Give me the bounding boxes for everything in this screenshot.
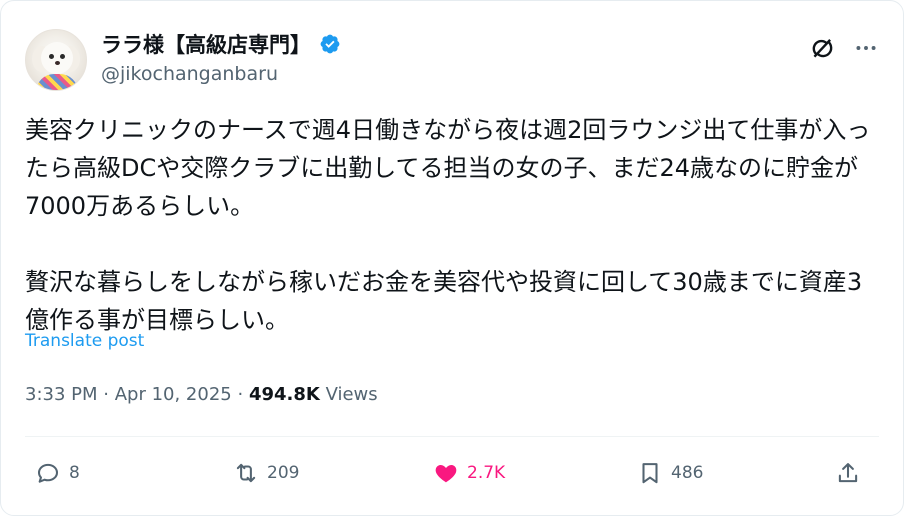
reply-button[interactable]: 8 bbox=[35, 453, 80, 493]
translate-post-link[interactable]: Translate post bbox=[25, 331, 144, 351]
meta-separator: · bbox=[103, 384, 115, 405]
like-count: 2.7K bbox=[467, 463, 506, 483]
post-header: ララ様【高級店専門】 @jikochanganbaru bbox=[25, 25, 879, 95]
repost-count: 209 bbox=[267, 463, 300, 483]
post-card[interactable]: ララ様【高級店専門】 @jikochanganbaru 美容クリニックのナースで… bbox=[0, 0, 904, 516]
repost-icon bbox=[236, 463, 256, 483]
like-button[interactable]: 2.7K bbox=[433, 453, 505, 493]
post-text: 美容クリニックのナースで週4日働きながら夜は週2回ラウンジ出て仕事が入ったら高級… bbox=[25, 116, 871, 334]
author-handle[interactable]: @jikochanganbaru bbox=[101, 63, 278, 85]
meta-separator: · bbox=[237, 384, 249, 405]
share-icon bbox=[838, 463, 858, 483]
bookmark-button[interactable]: 486 bbox=[637, 453, 703, 493]
share-button[interactable] bbox=[835, 453, 861, 493]
post-time[interactable]: 3:33 PM bbox=[25, 384, 98, 405]
action-bar: 8 209 2.7K 486 bbox=[25, 453, 879, 493]
reply-icon bbox=[37, 463, 59, 483]
repost-button[interactable]: 209 bbox=[233, 453, 299, 493]
post-meta: 3:33 PM · Apr 10, 2025 · 494.8K Views bbox=[25, 384, 378, 405]
verified-badge-icon[interactable] bbox=[319, 33, 341, 55]
author-display-name[interactable]: ララ様【高級店専門】 bbox=[101, 29, 311, 59]
avatar[interactable] bbox=[25, 29, 87, 91]
views-count: 494.8K bbox=[248, 384, 320, 405]
bookmark-icon bbox=[642, 463, 658, 484]
reply-count: 8 bbox=[69, 463, 80, 483]
views-label: Views bbox=[325, 384, 378, 405]
like-icon bbox=[435, 464, 457, 483]
header-actions bbox=[809, 35, 879, 61]
post-date[interactable]: Apr 10, 2025 bbox=[115, 384, 232, 405]
bookmark-count: 486 bbox=[671, 463, 704, 483]
author-name-row[interactable]: ララ様【高級店専門】 bbox=[101, 29, 341, 59]
grok-icon[interactable] bbox=[809, 35, 835, 61]
divider bbox=[25, 436, 879, 437]
more-icon[interactable] bbox=[853, 35, 879, 61]
